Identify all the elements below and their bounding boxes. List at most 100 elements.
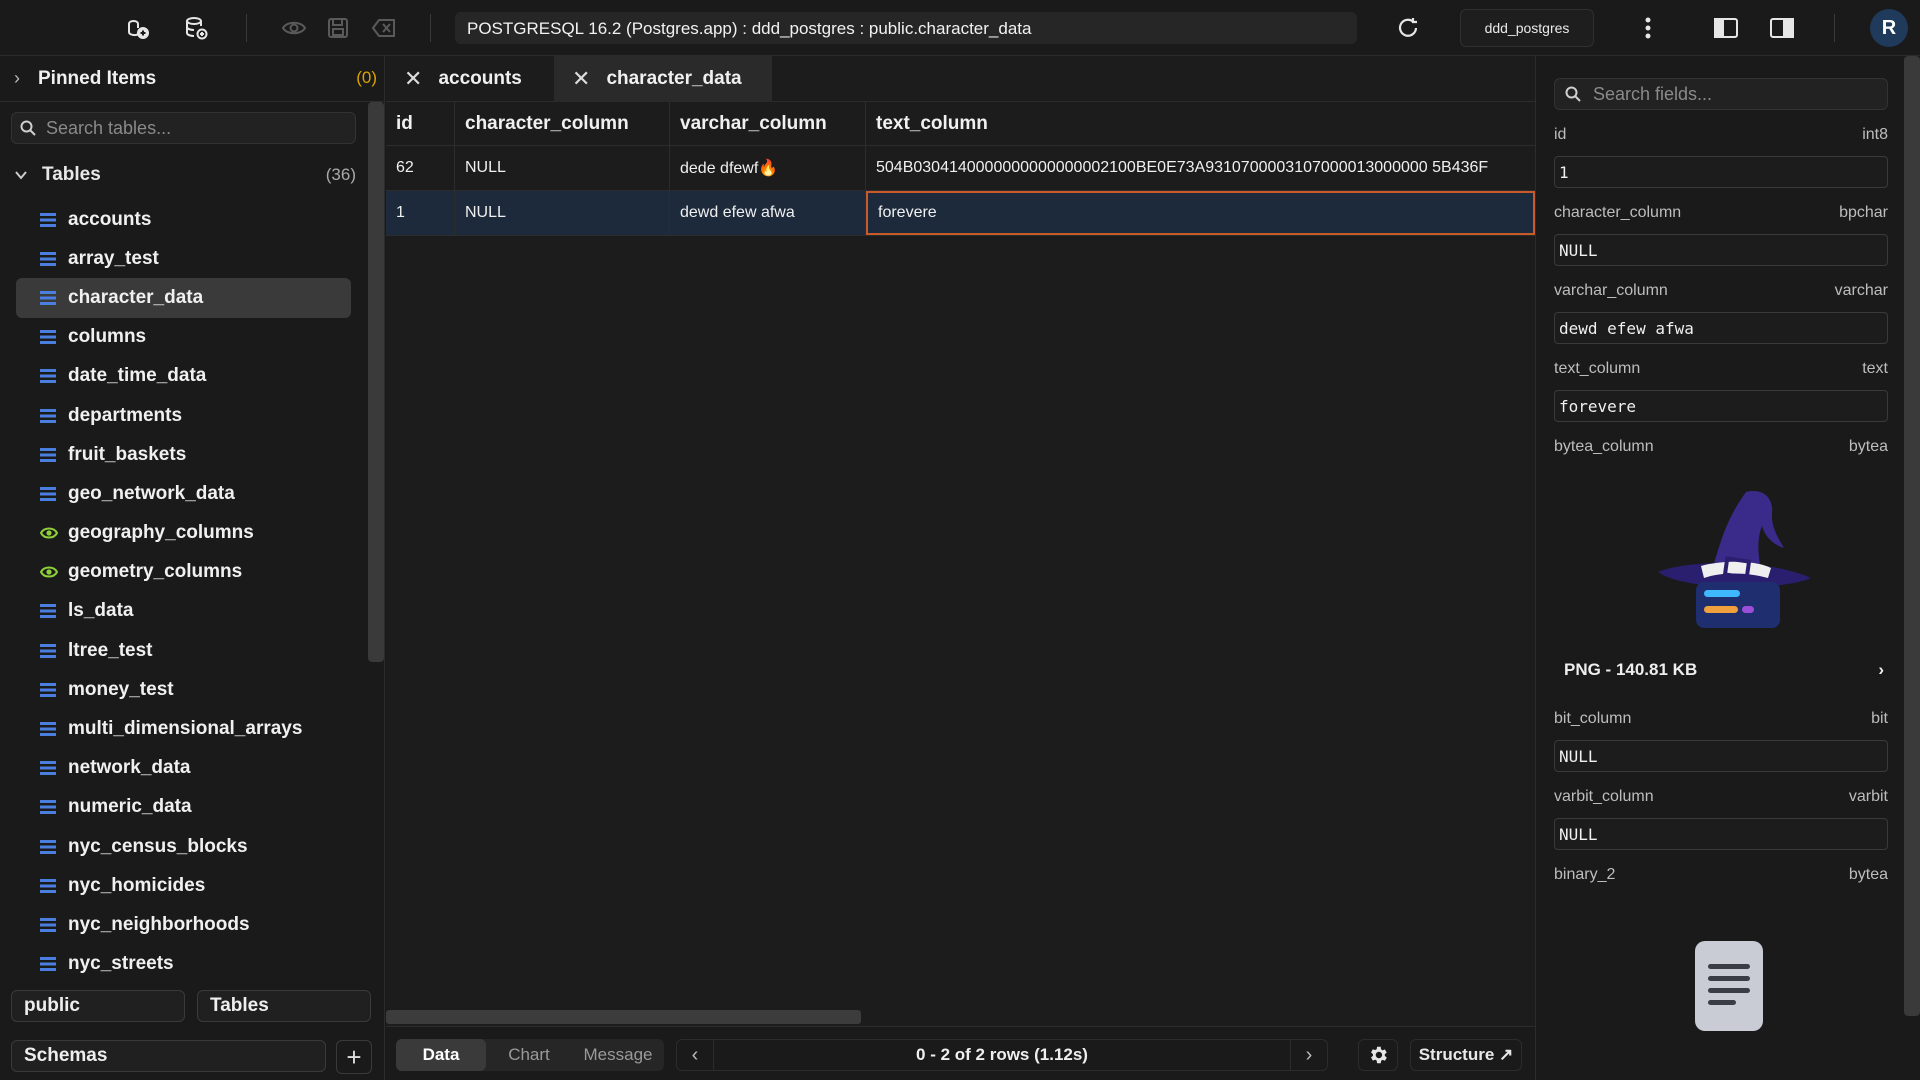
field-bit-column: bit_column bit NULL — [1554, 710, 1888, 772]
sidebar-item-geometry-columns[interactable]: geometry_columns — [16, 553, 351, 592]
sidebar-item-fruit-baskets[interactable]: fruit_baskets — [16, 435, 351, 474]
horizontal-scrollbar[interactable] — [386, 1010, 861, 1024]
file-icon[interactable] — [1694, 940, 1764, 1032]
object-type-selector-button[interactable]: Tables — [197, 990, 371, 1022]
pinned-items-header[interactable]: › Pinned Items (0) — [0, 56, 385, 102]
chevron-down-icon — [15, 171, 27, 180]
view-icon — [40, 526, 58, 540]
chevron-left-icon[interactable]: ‹ — [677, 1044, 713, 1067]
sidebar-item-ls-data[interactable]: ls_data — [16, 592, 351, 631]
field-type: varchar — [1834, 282, 1888, 299]
sidebar-item-network-data[interactable]: network_data — [16, 749, 351, 788]
field-value-input[interactable]: 1 — [1554, 156, 1888, 188]
message-view-tab[interactable]: Message — [572, 1039, 664, 1071]
more-menu-icon[interactable] — [1632, 12, 1664, 44]
sidebar-item-accounts[interactable]: accounts — [16, 200, 351, 239]
connection-bar[interactable]: POSTGRESQL 16.2 (Postgres.app) : ddd_pos… — [455, 12, 1357, 44]
toggle-right-panel-icon[interactable] — [1766, 12, 1798, 44]
search-icon — [1565, 86, 1581, 102]
field-value-input[interactable]: NULL — [1554, 234, 1888, 266]
field-type: bpchar — [1839, 204, 1888, 221]
sidebar-item-columns[interactable]: columns — [16, 318, 351, 357]
toggle-left-panel-icon[interactable] — [1710, 12, 1742, 44]
field-value-input[interactable]: forevere — [1554, 390, 1888, 422]
column-header[interactable]: varchar_column — [670, 102, 866, 145]
sidebar-item-label: network_data — [68, 757, 191, 779]
bytea-image-preview[interactable] — [1646, 486, 1816, 636]
settings-button[interactable] — [1358, 1039, 1398, 1071]
sidebar-item-geo-network-data[interactable]: geo_network_data — [16, 474, 351, 513]
field-value-input[interactable]: NULL — [1554, 818, 1888, 850]
chevron-right-icon[interactable]: › — [1291, 1044, 1327, 1067]
column-header[interactable]: character_column — [455, 102, 670, 145]
preview-icon[interactable] — [278, 12, 310, 44]
table-cell[interactable]: NULL — [455, 191, 670, 235]
table-cell[interactable]: 504B0304140000000000000002100BE0E73A9310… — [866, 146, 1535, 190]
sidebar-scrollbar[interactable] — [368, 102, 384, 662]
sidebar-item-geography-columns[interactable]: geography_columns — [16, 514, 351, 553]
grid-header-row: id character_column varchar_column text_… — [386, 102, 1535, 146]
table-cell[interactable]: 1 — [386, 191, 455, 235]
tab-character-data[interactable]: ✕ character_data — [554, 56, 772, 102]
sidebar-item-departments[interactable]: departments — [16, 396, 351, 435]
sidebar-item-nyc-neighborhoods[interactable]: nyc_neighborhoods — [16, 905, 351, 944]
table-search-input[interactable]: Search tables... — [11, 112, 356, 144]
database-add-icon[interactable] — [180, 12, 212, 44]
detail-panel-scrollbar[interactable] — [1904, 56, 1920, 1016]
column-header[interactable]: text_column — [866, 102, 1535, 145]
user-avatar[interactable]: R — [1870, 9, 1908, 47]
schemas-button[interactable]: Schemas — [11, 1040, 326, 1072]
row-count-text: 0 - 2 of 2 rows (1.12s) — [713, 1040, 1291, 1070]
table-icon — [40, 956, 58, 972]
sidebar-item-label: ltree_test — [68, 639, 153, 661]
table-cell[interactable]: NULL — [455, 146, 670, 190]
new-connection-icon[interactable] — [122, 12, 154, 44]
sidebar-item-nyc-homicides[interactable]: nyc_homicides — [16, 866, 351, 905]
chevron-right-icon: › — [1878, 660, 1884, 679]
column-header[interactable]: id — [386, 102, 455, 145]
view-icon — [40, 565, 58, 579]
data-view-tab[interactable]: Data — [396, 1039, 486, 1071]
table-icon — [40, 329, 58, 345]
save-icon[interactable] — [322, 12, 354, 44]
table-cell[interactable]: 62 — [386, 146, 455, 190]
table-row[interactable]: 62 NULL dede dfewf🔥 504B0304140000000000… — [386, 146, 1535, 191]
add-button[interactable]: + — [336, 1040, 372, 1074]
sidebar-item-array-test[interactable]: array_test — [16, 239, 351, 278]
refresh-icon[interactable] — [1392, 12, 1424, 44]
tab-accounts[interactable]: ✕ accounts — [386, 56, 554, 102]
sidebar-item-money-test[interactable]: money_test — [16, 670, 351, 709]
discard-icon[interactable] — [368, 12, 400, 44]
view-switcher: Data Chart Message — [396, 1039, 664, 1071]
field-type: int8 — [1862, 126, 1888, 143]
sidebar-item-numeric-data[interactable]: numeric_data — [16, 788, 351, 827]
table-icon — [40, 839, 58, 855]
tables-section-header[interactable]: Tables (36) — [14, 160, 364, 190]
structure-button[interactable]: Structure ↗ — [1410, 1039, 1522, 1071]
close-icon[interactable]: ✕ — [404, 66, 422, 92]
field-value-input[interactable]: dewd efew afwa — [1554, 312, 1888, 344]
table-cell[interactable]: forevere — [866, 191, 1535, 235]
sidebar-item-multi-dimensional-arrays[interactable]: multi_dimensional_arrays — [16, 709, 351, 748]
image-info-row[interactable]: PNG - 140.81 KB › — [1564, 660, 1884, 680]
sidebar-item-nyc-census-blocks[interactable]: nyc_census_blocks — [16, 827, 351, 866]
table-icon — [40, 408, 58, 424]
tables-count: (36) — [325, 165, 356, 184]
image-info-text: PNG - 140.81 KB — [1564, 660, 1698, 679]
field-character-column: character_column bpchar NULL — [1554, 204, 1888, 266]
table-cell[interactable]: dede dfewf🔥 — [670, 146, 866, 190]
sidebar-item-nyc-streets[interactable]: nyc_streets — [16, 945, 351, 984]
sidebar-item-date-time-data[interactable]: date_time_data — [16, 357, 351, 396]
table-cell[interactable]: dewd efew afwa — [670, 191, 866, 235]
close-icon[interactable]: ✕ — [572, 66, 590, 92]
sidebar-item-ltree-test[interactable]: ltree_test — [16, 631, 351, 670]
sidebar-item-character-data[interactable]: character_data — [16, 278, 351, 318]
chart-view-tab[interactable]: Chart — [486, 1039, 572, 1071]
sidebar-item-label: geo_network_data — [68, 482, 235, 504]
schema-selector-button[interactable]: public — [11, 990, 185, 1022]
field-search-input[interactable]: Search fields... — [1554, 78, 1888, 110]
field-value-input[interactable]: NULL — [1554, 740, 1888, 772]
tab-label: character_data — [606, 68, 742, 89]
database-selector-button[interactable]: ddd_postgres — [1460, 9, 1594, 47]
table-row[interactable]: 1 NULL dewd efew afwa forevere — [386, 191, 1535, 236]
